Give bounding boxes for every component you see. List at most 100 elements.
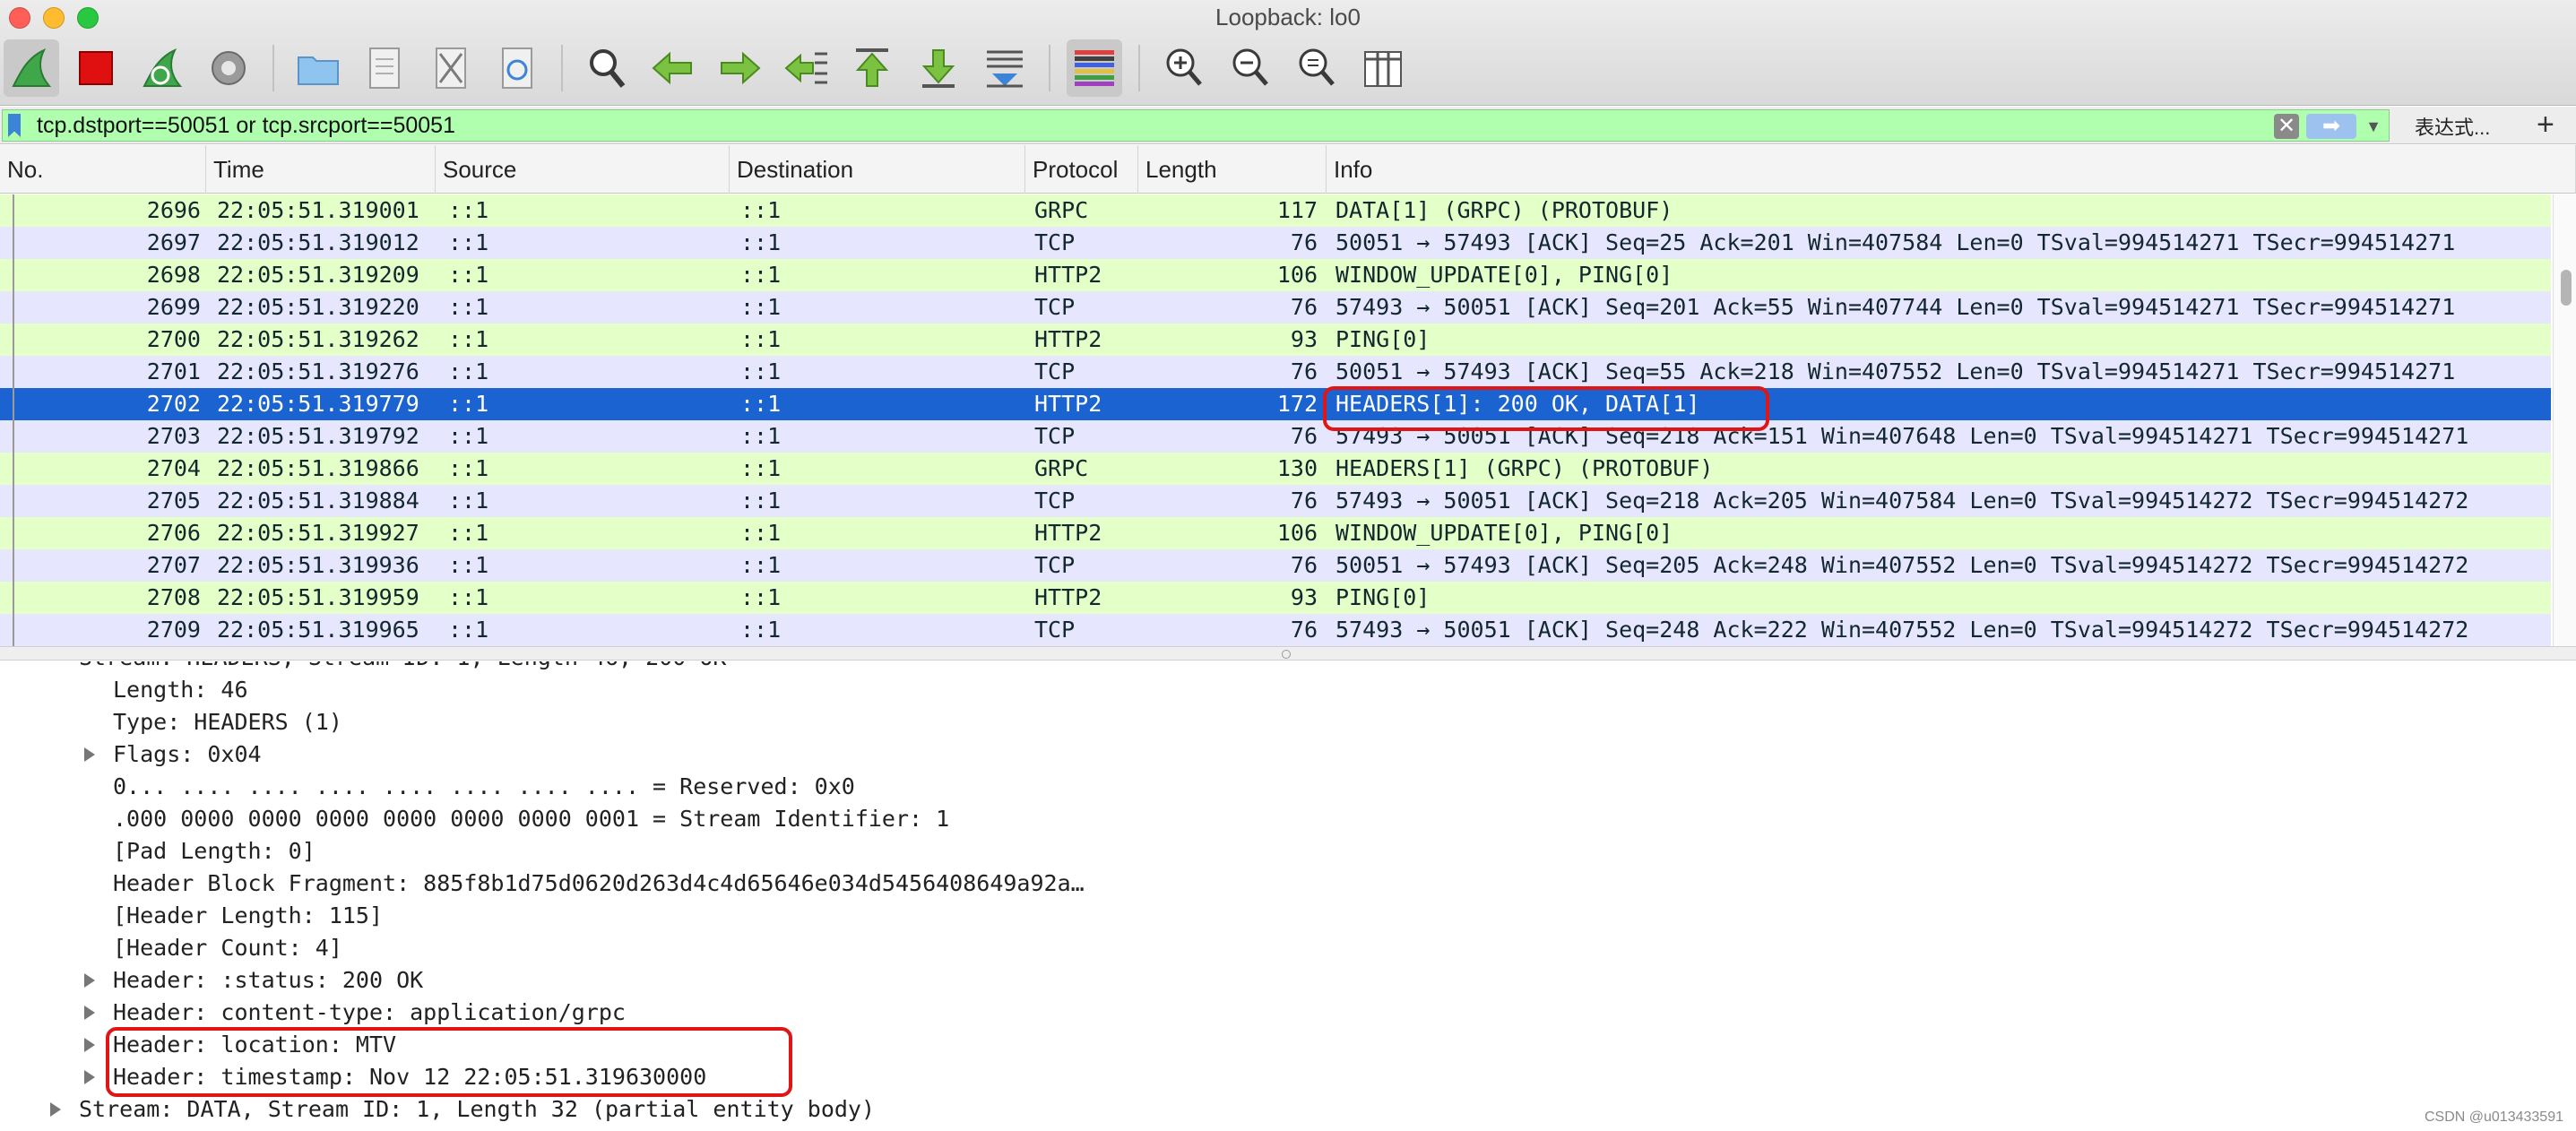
packet-row[interactable]: 2705 22:05:51.319884::1::1 TCP 76 57493 → 50… <box>0 485 2551 517</box>
expand-arrow-icon[interactable] <box>50 1102 61 1117</box>
close-file-button[interactable] <box>423 39 479 97</box>
detail-row[interactable]: Header: :status: 200 OK <box>84 964 423 997</box>
packet-row[interactable]: 2700 22:05:51.319262::1::1 HTTP2 93 PING[0] <box>0 324 2551 356</box>
pane-splitter[interactable] <box>0 646 2576 660</box>
packet-row[interactable]: 2701 22:05:51.319276::1::1 TCP 76 50051 → 57… <box>0 356 2551 388</box>
column-header-no[interactable]: No. <box>0 145 206 194</box>
start-capture-button[interactable] <box>4 39 59 97</box>
packet-row[interactable]: 2703 22:05:51.319792::1::1 TCP 76 57493 → 50… <box>0 420 2551 453</box>
autoscroll-icon <box>987 50 1023 88</box>
goto-packet-icon <box>784 52 827 84</box>
open-file-button[interactable] <box>290 39 346 97</box>
detail-row[interactable]: Header: content-type: application/grpc <box>84 997 626 1029</box>
search-icon <box>590 49 626 88</box>
column-header-destination[interactable]: Destination <box>730 145 1025 194</box>
first-packet-button[interactable] <box>844 39 900 97</box>
last-packet-icon <box>921 49 955 88</box>
column-header-time[interactable]: Time <box>206 145 436 194</box>
go-forward-button[interactable] <box>712 39 767 97</box>
zoom-out-icon <box>1232 48 1268 86</box>
display-filter-value: tcp.dstport==50051 or tcp.srcport==50051 <box>37 112 455 138</box>
zoom-out-button[interactable] <box>1223 39 1278 97</box>
file-icon <box>369 47 400 89</box>
detail-row[interactable]: Type: HEADERS (1) <box>113 706 342 738</box>
colorize-button[interactable] <box>1067 39 1122 97</box>
packet-row[interactable]: 2707 22:05:51.319936::1::1 TCP 76 50051 → 57… <box>0 549 2551 582</box>
find-packet-button[interactable] <box>579 39 635 97</box>
splitter-handle[interactable] <box>1282 650 1291 659</box>
detail-row[interactable]: [Header Length: 115] <box>113 900 383 932</box>
detail-row[interactable]: [Pad Length: 0] <box>113 835 316 868</box>
watermark: CSDN @u013433591 <box>2424 1109 2563 1125</box>
conversation-bracket <box>13 194 14 646</box>
colorize-icon <box>1075 50 1114 86</box>
packet-row[interactable]: 2704 22:05:51.319866::1::1 GRPC 130 HEADERS[… <box>0 453 2551 485</box>
zoom-normal-icon <box>1299 48 1335 86</box>
last-packet-button[interactable] <box>911 39 966 97</box>
detail-row[interactable]: Header Block Fragment: 885f8b1d75d0620d2… <box>113 868 1085 900</box>
detail-row[interactable]: Header: location: MTV <box>84 1029 396 1061</box>
resize-columns-button[interactable] <box>1355 39 1411 97</box>
go-back-button[interactable] <box>645 39 701 97</box>
chevron-down-icon[interactable]: ▼ <box>2365 112 2382 141</box>
column-header-protocol[interactable]: Protocol <box>1025 145 1138 194</box>
first-packet-icon <box>855 48 889 87</box>
detail-row[interactable]: Length: 46 <box>113 674 248 706</box>
scrollbar-thumb[interactable] <box>2561 270 2572 306</box>
stop-capture-button[interactable] <box>68 39 124 97</box>
detail-row[interactable]: [Header Count: 4] <box>113 932 342 964</box>
window-title: Loopback: lo0 <box>1215 4 1361 30</box>
normal-size-button[interactable] <box>1289 39 1344 97</box>
gear-icon <box>212 51 246 85</box>
packet-row[interactable]: 2706 22:05:51.319927::1::1 HTTP2 106 WINDOW_… <box>0 517 2551 549</box>
forward-arrow-icon <box>721 51 761 85</box>
packet-row-selected[interactable]: 2702 22:05:51.319779::1::1 HTTP2 172 HEADERS… <box>0 388 2551 420</box>
add-filter-button[interactable]: + <box>2537 107 2554 142</box>
title-bar: Loopback: lo0 <box>0 0 2576 106</box>
expression-button[interactable]: 表达式... <box>2415 112 2490 141</box>
go-to-packet-button[interactable] <box>778 39 834 97</box>
packet-list: 2696 22:05:51.319001::1::1 GRPC 117 DATA[1] … <box>0 194 2576 646</box>
detail-row[interactable]: .000 0000 0000 0000 0000 0000 0000 0001 … <box>113 803 949 835</box>
packet-row[interactable]: 2709 22:05:51.319965::1::1 TCP 76 57493 → 50… <box>0 614 2551 646</box>
folder-icon <box>298 56 339 85</box>
save-file-button[interactable] <box>357 39 412 97</box>
main-toolbar <box>0 36 2576 102</box>
reload-icon <box>502 47 532 89</box>
stop-icon <box>79 51 113 85</box>
column-header-info[interactable]: Info <box>1327 145 2576 194</box>
capture-options-button[interactable] <box>201 39 256 97</box>
packet-row[interactable]: 2697 22:05:51.319012::1::1 TCP 76 50051 → 57… <box>0 227 2551 259</box>
expand-arrow-icon[interactable] <box>84 973 95 988</box>
expand-arrow-icon[interactable] <box>84 1070 95 1084</box>
close-file-icon <box>436 47 466 89</box>
detail-row[interactable]: Header: timestamp: Nov 12 22:05:51.31963… <box>84 1061 706 1093</box>
clear-filter-icon[interactable]: ✕ <box>2274 114 2299 139</box>
back-arrow-icon <box>652 51 692 85</box>
packet-row[interactable]: 2699 22:05:51.319220::1::1 TCP 76 57493 → 50… <box>0 291 2551 324</box>
packet-list-scrollbar[interactable] <box>2553 194 2576 646</box>
packet-row[interactable]: 2698 22:05:51.319209::1::1 HTTP2 106 WINDOW_… <box>0 259 2551 291</box>
detail-row[interactable]: Flags: 0x04 <box>84 738 262 771</box>
column-header-source[interactable]: Source <box>436 145 730 194</box>
expand-arrow-icon[interactable] <box>84 1006 95 1020</box>
detail-row[interactable]: 0... .... .... .... .... .... .... .... … <box>113 771 855 803</box>
zoom-in-button[interactable] <box>1156 39 1212 97</box>
expand-arrow-icon[interactable] <box>84 747 95 762</box>
display-filter-input[interactable]: tcp.dstport==50051 or tcp.srcport==50051… <box>2 109 2390 142</box>
bookmark-icon[interactable] <box>8 114 21 137</box>
reload-file-button[interactable] <box>489 39 545 97</box>
display-filter-bar: tcp.dstport==50051 or tcp.srcport==50051… <box>0 107 2576 144</box>
apply-filter-icon[interactable]: ➡ <box>2306 114 2356 139</box>
packet-row[interactable]: 2708 22:05:51.319959::1::1 HTTP2 93 PING[0] <box>0 582 2551 614</box>
detail-row[interactable]: Stream: HEADERS, Stream ID: 1, Length 46… <box>79 661 726 674</box>
expand-arrow-icon[interactable] <box>84 1038 95 1052</box>
restart-icon <box>143 47 183 87</box>
packet-row[interactable]: 2696 22:05:51.319001::1::1 GRPC 117 DATA[1] … <box>0 194 2551 227</box>
autoscroll-button[interactable] <box>977 39 1033 97</box>
zoom-in-icon <box>1166 48 1202 86</box>
packet-details-pane: Stream: HEADERS, Stream ID: 1, Length 46… <box>0 661 2576 1131</box>
column-header-length[interactable]: Length <box>1138 145 1327 194</box>
detail-row[interactable]: Stream: DATA, Stream ID: 1, Length 32 (p… <box>50 1093 875 1126</box>
restart-capture-button[interactable] <box>134 39 190 97</box>
